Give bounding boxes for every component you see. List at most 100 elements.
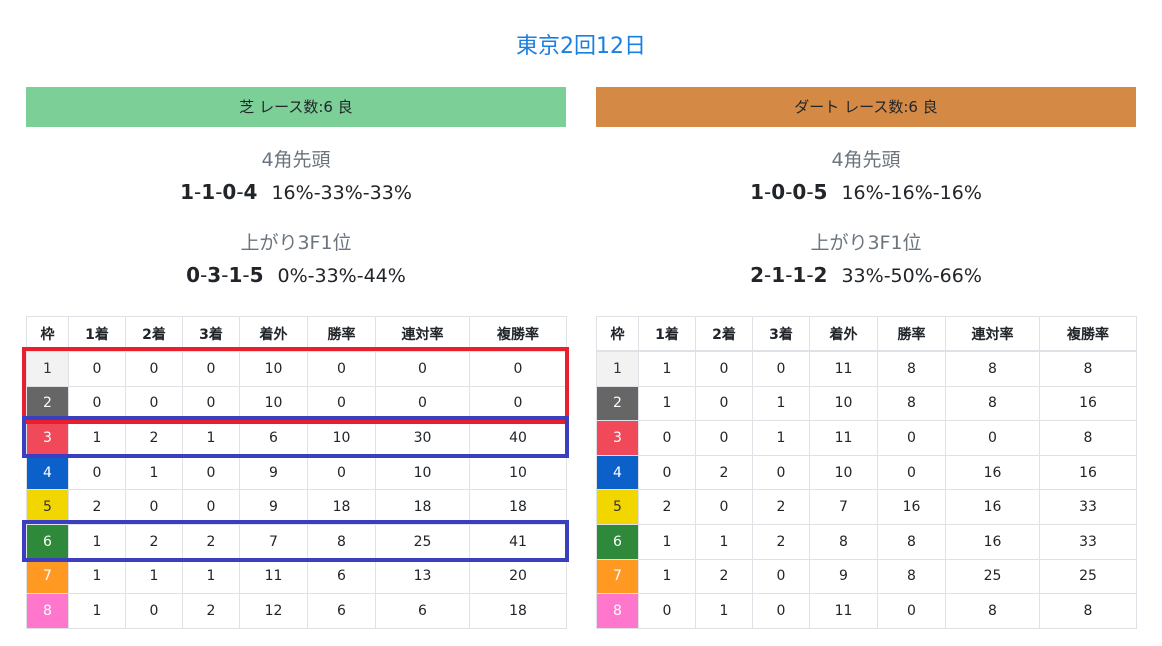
record-separator: - (806, 180, 814, 204)
turf-last3f-record: 0-3-1-5 (186, 263, 263, 287)
record-value: 1 (201, 180, 216, 204)
record-separator: - (236, 180, 244, 204)
table-cell: 0 (375, 385, 470, 422)
page-title: 東京2回12日 (516, 34, 646, 59)
table-cell: 1 (182, 558, 240, 595)
table-cell: 0 (182, 454, 240, 491)
column-header: 勝率 (307, 316, 376, 352)
table-cell: 33 (1039, 523, 1137, 560)
turf-results-table: 枠 1着 2着 3着 着外 勝率 連対率 複勝率 1 0 0 0 10 0 0 0 2 0 0 0 10 0 0 0 3 1 2 1… (26, 316, 567, 629)
table-cell: 1 (68, 523, 126, 560)
table-cell: 0 (375, 350, 470, 387)
table-cell: 0 (182, 385, 240, 422)
table-cell: 6 (307, 558, 376, 595)
table-cell: 11 (809, 350, 878, 387)
table-cell: 1 (182, 420, 240, 456)
table-cell: 2 (638, 489, 696, 525)
turf-last3f-label: 上がり3F1位 (240, 232, 352, 254)
record-value: 1 (792, 263, 807, 287)
table-row: 6 1 1 2 8 8 16 33 (596, 523, 1137, 560)
record-value: 1 (750, 180, 765, 204)
table-cell: 0 (182, 350, 240, 387)
table-header-row: 枠 1着 2着 3着 着外 勝率 連対率 複勝率 (596, 316, 1137, 352)
waku-cell: 8 (596, 593, 639, 629)
table-row: 2 0 0 0 10 0 0 0 (26, 385, 567, 422)
turf-header-bar: 芝 レース数:6 良 (26, 87, 566, 127)
record-value: 0 (792, 180, 807, 204)
table-cell: 0 (125, 593, 183, 629)
table-cell: 16 (945, 454, 1040, 491)
waku-cell: 5 (596, 489, 639, 525)
table-cell: 33 (1039, 489, 1137, 525)
column-header: 1着 (638, 316, 696, 352)
table-row: 5 2 0 0 9 18 18 18 (26, 489, 567, 525)
table-row: 8 1 0 2 12 6 6 18 (26, 593, 567, 629)
waku-cell: 6 (26, 523, 69, 560)
table-cell: 0 (125, 489, 183, 525)
table-header-row: 枠 1着 2着 3着 着外 勝率 連対率 複勝率 (26, 316, 567, 352)
table-cell: 1 (68, 558, 126, 595)
column-header: 1着 (68, 316, 126, 352)
table-cell: 0 (638, 454, 696, 491)
turf-corner-lead-label: 4角先頭 (261, 149, 331, 171)
table-cell: 18 (375, 489, 470, 525)
column-header: 複勝率 (469, 316, 567, 352)
table-cell: 0 (695, 385, 753, 422)
table-cell: 7 (239, 523, 308, 560)
table-cell: 25 (1039, 558, 1137, 595)
column-header: 着外 (239, 316, 308, 352)
waku-cell: 2 (26, 385, 69, 422)
table-cell: 0 (68, 350, 126, 387)
dirt-results-table: 枠 1着 2着 3着 着外 勝率 連対率 複勝率 1 1 0 0 11 8 8 8 2 1 0 1 10 8 8 16 3 0 0… (596, 316, 1137, 629)
column-header: 連対率 (945, 316, 1040, 352)
table-cell: 0 (695, 420, 753, 456)
table-cell: 16 (1039, 454, 1137, 491)
table-cell: 0 (307, 350, 376, 387)
table-cell: 2 (125, 523, 183, 560)
table-cell: 30 (375, 420, 470, 456)
table-cell: 0 (469, 350, 567, 387)
record-separator: - (242, 263, 250, 287)
record-value: 4 (243, 180, 258, 204)
dirt-last3f-stats: 2-1-1-2 33%-50%-66% (596, 263, 1136, 287)
table-cell: 0 (182, 489, 240, 525)
table-cell: 10 (469, 454, 567, 491)
waku-cell: 7 (26, 558, 69, 595)
table-cell: 12 (239, 593, 308, 629)
table-cell: 2 (125, 420, 183, 456)
table-cell: 8 (809, 523, 878, 560)
column-header: 枠 (26, 316, 69, 352)
table-cell: 13 (375, 558, 470, 595)
waku-cell: 6 (596, 523, 639, 560)
table-cell: 1 (638, 350, 696, 387)
table-cell: 11 (809, 420, 878, 456)
record-value: 0 (186, 263, 201, 287)
table-cell: 0 (695, 350, 753, 387)
dirt-corner-lead-stats: 1-0-0-5 16%-16%-16% (596, 180, 1136, 204)
table-cell: 10 (239, 385, 308, 422)
record-value: 0 (222, 180, 237, 204)
table-cell: 40 (469, 420, 567, 456)
table-cell: 8 (307, 523, 376, 560)
record-value: 2 (750, 263, 765, 287)
table-cell: 9 (239, 489, 308, 525)
table-cell: 1 (68, 593, 126, 629)
table-cell: 2 (182, 593, 240, 629)
table-cell: 8 (945, 385, 1040, 422)
table-cell: 0 (638, 593, 696, 629)
table-cell: 7 (809, 489, 878, 525)
table-cell: 2 (68, 489, 126, 525)
table-cell: 10 (809, 385, 878, 422)
table-cell: 16 (877, 489, 946, 525)
table-cell: 6 (307, 593, 376, 629)
table-row: 7 1 2 0 9 8 25 25 (596, 558, 1137, 595)
table-cell: 8 (877, 350, 946, 387)
table-cell: 1 (695, 523, 753, 560)
table-cell: 16 (945, 489, 1040, 525)
table-cell: 10 (375, 454, 470, 491)
table-cell: 8 (877, 523, 946, 560)
table-cell: 8 (945, 350, 1040, 387)
dirt-header-bar: ダート レース数:6 良 (596, 87, 1136, 127)
table-cell: 16 (1039, 385, 1137, 422)
table-cell: 8 (1039, 593, 1137, 629)
